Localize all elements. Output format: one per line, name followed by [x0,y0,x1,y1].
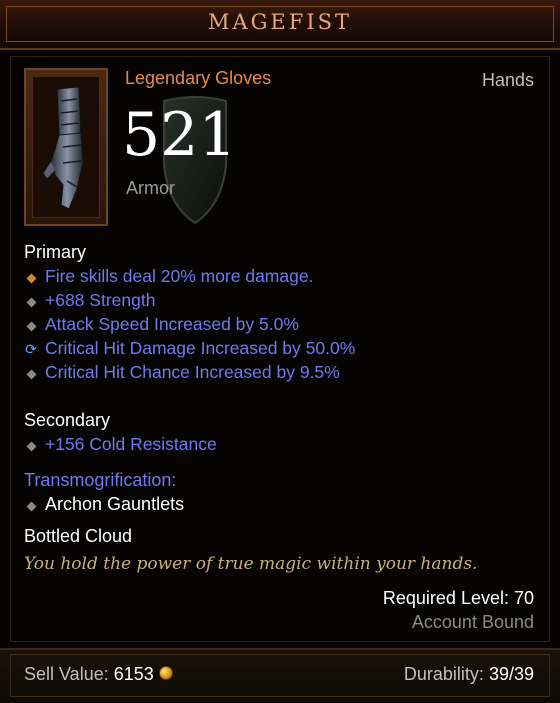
primary-affix-4: ⟳ Critical Hit Damage Increased by 50.0% [24,338,355,359]
transmog-label: Transmogrification: [24,470,177,490]
item-icon-frame [24,68,108,226]
item-slot: Hands [481,70,534,90]
affix-text: +156 Cold Resistance [45,434,217,454]
flavor-text: You hold the power of true magic within … [24,554,478,574]
grey-diamond-icon [24,314,38,335]
tooltip-header: MAGEFIST [0,0,560,50]
gauntlet-icon [42,86,84,210]
account-bound: Account Bound [411,612,534,632]
required-level: Required Level: 70 [382,588,534,608]
durability-value: 39/39 [488,664,534,684]
tooltip-footer: Sell Value: 6153 Durability: 39/39 [0,648,560,703]
grey-diamond-icon [24,290,38,311]
grey-diamond-icon [24,494,38,515]
secondary-affix-1: +156 Cold Resistance [24,434,217,455]
sell-amount: 6153 [113,664,154,684]
orange-diamond-icon [24,266,38,287]
transmog-item: Archon Gauntlets [24,494,184,515]
grey-diamond-icon [24,362,38,383]
affix-text: Critical Hit Damage Increased by 50.0% [45,338,356,358]
primary-affix-3: Attack Speed Increased by 5.0% [24,314,299,335]
affix-text: Attack Speed Increased by 5.0% [45,314,299,334]
sell-label: Sell Value: [24,664,109,684]
primary-affix-1: Fire skills deal 20% more damage. [24,266,313,287]
durability-label: Durability: [403,664,484,684]
armor-label: Armor [126,178,175,198]
set-name: Bottled Cloud [24,526,133,546]
transmog-item-text: Archon Gauntlets [45,494,185,514]
affix-text: +688 Strength [45,290,156,310]
item-name: MAGEFIST [207,10,353,34]
affix-text: Fire skills deal 20% more damage. [45,266,314,286]
durability: Durability: 39/39 [404,664,534,685]
secondary-label: Secondary [24,410,111,430]
armor-value: 521 [122,100,237,170]
item-icon-background [32,76,100,218]
grey-diamond-icon [24,434,38,455]
affix-text: Critical Hit Chance Increased by 9.5% [45,362,340,382]
primary-affix-2: +688 Strength [24,290,155,311]
sell-value: Sell Value: 6153 [24,664,173,685]
enchant-swirl-icon: ⟳ [25,341,37,357]
item-type: Legendary Gloves [125,68,272,88]
primary-label: Primary [24,242,86,262]
gold-coin-icon [158,666,173,681]
primary-affix-5: Critical Hit Chance Increased by 9.5% [24,362,340,383]
item-tooltip: MAGEFIST Legendary Gloves Hands 521 Armo… [0,0,560,703]
